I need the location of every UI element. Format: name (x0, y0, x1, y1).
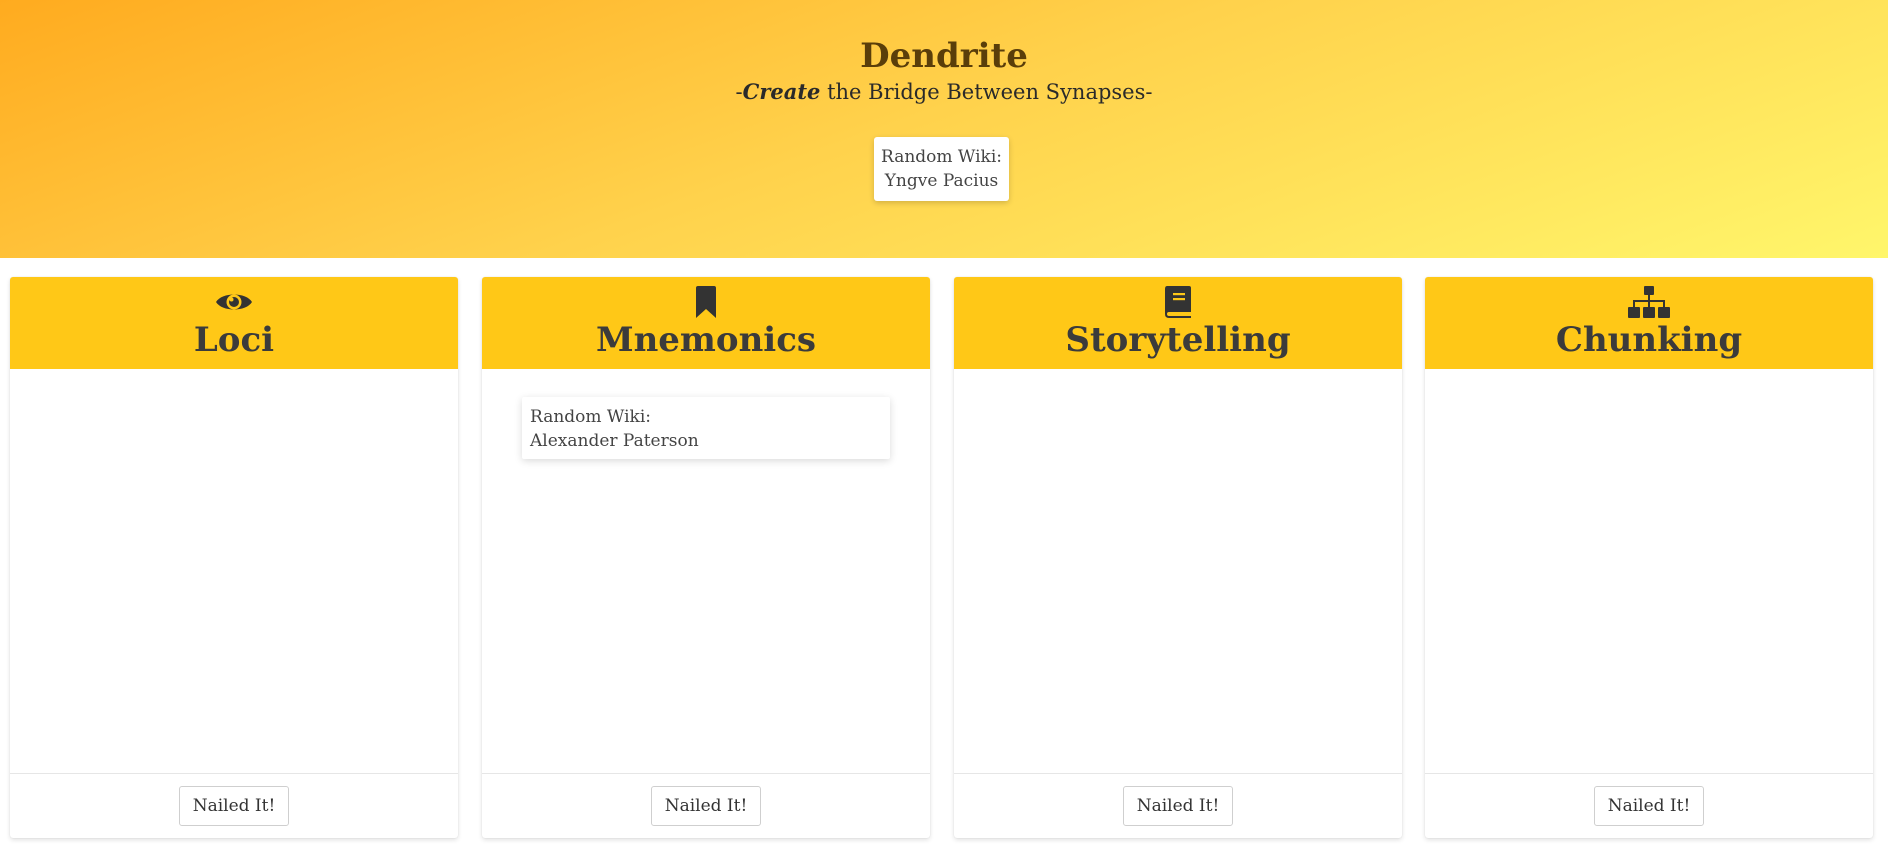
card-storytelling: Storytelling Nailed It! (954, 277, 1402, 838)
random-wiki-note[interactable]: Random Wiki: Alexander Paterson (522, 397, 890, 459)
random-wiki-card[interactable]: Random Wiki: Yngve Pacius (874, 137, 1009, 201)
hero-banner: Dendrite -Create the Bridge Between Syna… (0, 0, 1888, 258)
card-title: Chunking (1555, 320, 1743, 360)
subtitle-emphasis: Create (742, 79, 821, 104)
app-title: Dendrite (860, 36, 1028, 76)
eye-icon (10, 286, 458, 318)
card-chunking: Chunking Nailed It! (1425, 277, 1873, 838)
random-wiki-label: Random Wiki: (881, 147, 1002, 167)
card-header: Mnemonics (482, 277, 930, 369)
card-body (1425, 369, 1873, 773)
subtitle-prefix: - (735, 80, 743, 104)
card-footer: Nailed It! (954, 773, 1402, 838)
card-title: Mnemonics (595, 320, 817, 360)
bookmark-icon (482, 286, 930, 318)
card-loci: Loci Nailed It! (10, 277, 458, 838)
card-header: Storytelling (954, 277, 1402, 369)
card-title: Loci (193, 320, 275, 360)
card-body: Random Wiki: Alexander Paterson (482, 369, 930, 773)
card-header: Chunking (1425, 277, 1873, 369)
card-title: Storytelling (1065, 320, 1291, 360)
card-footer: Nailed It! (482, 773, 930, 838)
sitemap-icon (1425, 286, 1873, 318)
nailed-it-button[interactable]: Nailed It! (1123, 786, 1233, 826)
note-label: Random Wiki: (530, 407, 651, 427)
app-subtitle: -Create the Bridge Between Synapses- (0, 78, 1888, 106)
card-mnemonics: Mnemonics Random Wiki: Alexander Paterso… (482, 277, 930, 838)
card-body (954, 369, 1402, 773)
card-body (10, 369, 458, 773)
nailed-it-button[interactable]: Nailed It! (651, 786, 761, 826)
card-footer: Nailed It! (10, 773, 458, 838)
note-value: Alexander Paterson (530, 431, 699, 451)
nailed-it-button[interactable]: Nailed It! (179, 786, 289, 826)
nailed-it-button[interactable]: Nailed It! (1594, 786, 1704, 826)
card-footer: Nailed It! (1425, 773, 1873, 838)
book-icon (954, 286, 1402, 318)
card-header: Loci (10, 277, 458, 369)
random-wiki-value: Yngve Pacius (884, 171, 999, 191)
subtitle-rest: the Bridge Between Synapses- (820, 80, 1153, 104)
